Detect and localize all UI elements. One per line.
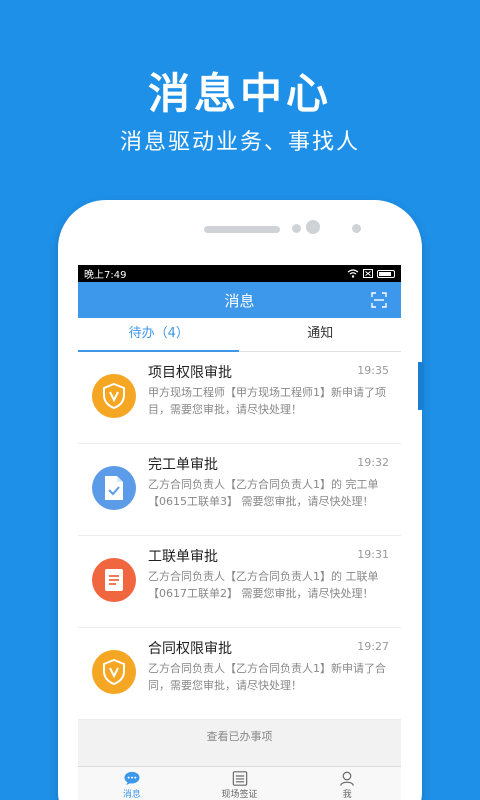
message-title: 工联单审批 bbox=[148, 549, 218, 565]
tab-bar: 待办（4） 通知 bbox=[78, 318, 401, 352]
app-screen: 晚上7:49 消息 待办（4） 通知 项目权限审批 19:35 甲方现场工程师【… bbox=[78, 265, 401, 800]
phone-side-button bbox=[418, 362, 424, 410]
phone-sensor bbox=[292, 224, 301, 233]
document-icon bbox=[92, 558, 136, 602]
message-desc: 乙方合同负责人【乙方合同负责人1】新申请了合同，需要您审批，请尽快处理！ bbox=[148, 662, 386, 692]
message-desc: 甲方现场工程师【甲方现场工程师1】新申请了项目，需要您审批，请尽快处理！ bbox=[148, 386, 386, 416]
chat-icon bbox=[124, 771, 140, 786]
user-icon bbox=[340, 771, 355, 786]
message-time: 19:31 bbox=[357, 548, 389, 561]
message-list: 项目权限审批 19:35 甲方现场工程师【甲方现场工程师1】新申请了项目，需要您… bbox=[78, 352, 401, 720]
promo-subtitle: 消息驱动业务、事找人 bbox=[119, 130, 360, 155]
phone-light bbox=[352, 224, 361, 233]
list-icon bbox=[232, 771, 247, 786]
bottom-nav-messages[interactable]: 消息 bbox=[78, 767, 186, 800]
message-item[interactable]: 合同权限审批 19:27 乙方合同负责人【乙方合同负责人1】新申请了合同，需要您… bbox=[78, 628, 401, 720]
message-time: 19:35 bbox=[357, 364, 389, 377]
status-time: 晚上7:49 bbox=[84, 270, 127, 281]
phone-camera bbox=[306, 220, 320, 234]
promo-title: 消息中心 bbox=[147, 69, 332, 118]
sim-icon bbox=[363, 269, 373, 278]
tab-todo[interactable]: 待办（4） bbox=[78, 318, 240, 351]
message-item[interactable]: 完工单审批 19:32 乙方合同负责人【乙方合同负责人1】的 完工单 【0615… bbox=[78, 444, 401, 536]
message-title: 项目权限审批 bbox=[148, 365, 232, 381]
bottom-nav: 消息 现场签证 我 bbox=[78, 766, 401, 800]
message-title: 完工单审批 bbox=[148, 457, 218, 473]
status-bar: 晚上7:49 bbox=[78, 265, 401, 282]
bottom-nav-label: 我 bbox=[342, 790, 352, 800]
message-item[interactable]: 项目权限审批 19:35 甲方现场工程师【甲方现场工程师1】新申请了项目，需要您… bbox=[78, 352, 401, 444]
status-icons bbox=[347, 269, 395, 278]
bottom-nav-me[interactable]: 我 bbox=[293, 767, 401, 800]
tab-notifications[interactable]: 通知 bbox=[240, 318, 402, 351]
nav-bar: 消息 bbox=[78, 282, 401, 318]
phone-speaker bbox=[204, 226, 280, 233]
bottom-nav-label: 消息 bbox=[122, 790, 141, 800]
view-done-link[interactable]: 查看已办事项 bbox=[78, 720, 401, 754]
message-desc: 乙方合同负责人【乙方合同负责人1】的 工联单 【0617工联单2】 需要您审批，… bbox=[148, 570, 379, 600]
message-time: 19:32 bbox=[357, 456, 389, 469]
shield-v-icon bbox=[92, 650, 136, 694]
message-title: 合同权限审批 bbox=[148, 641, 232, 657]
message-item[interactable]: 工联单审批 19:31 乙方合同负责人【乙方合同负责人1】的 工联单 【0617… bbox=[78, 536, 401, 628]
bottom-nav-label: 现场签证 bbox=[221, 790, 258, 800]
bottom-nav-site-visa[interactable]: 现场签证 bbox=[186, 767, 294, 800]
message-time: 19:27 bbox=[357, 640, 389, 653]
document-check-icon bbox=[92, 466, 136, 510]
shield-v-icon bbox=[92, 374, 136, 418]
wifi-icon bbox=[347, 269, 359, 278]
battery-icon bbox=[377, 269, 395, 278]
page-title: 消息 bbox=[224, 291, 255, 310]
scan-icon[interactable] bbox=[371, 292, 387, 308]
message-desc: 乙方合同负责人【乙方合同负责人1】的 完工单 【0615工联单3】 需要您审批，… bbox=[148, 478, 379, 508]
